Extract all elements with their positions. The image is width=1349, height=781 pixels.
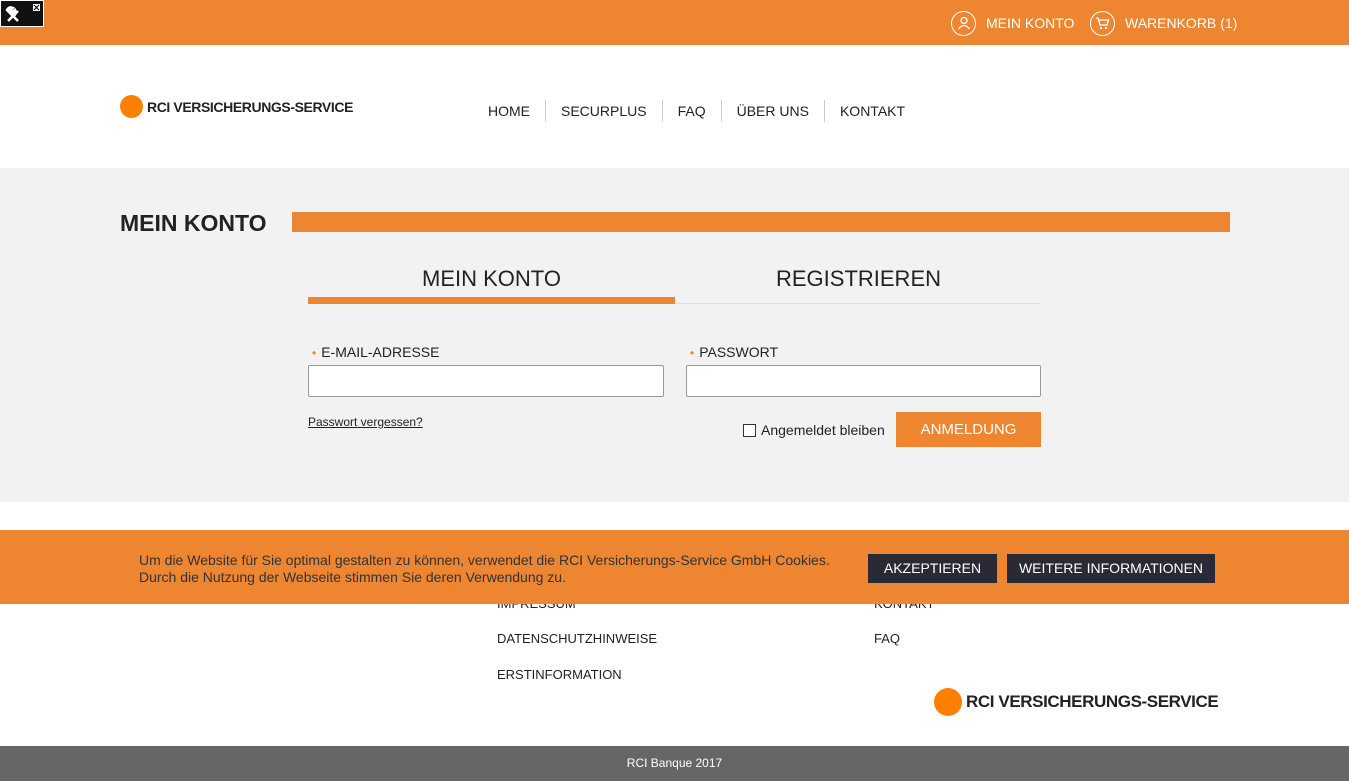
title-accent-bar <box>292 212 1230 232</box>
tab-my-account[interactable]: MEIN KONTO <box>308 264 675 304</box>
my-account-label: MEIN KONTO <box>986 15 1075 31</box>
cart-label: WARENKORB (1) <box>1125 15 1238 31</box>
nav-item-ueber-uns[interactable]: ÜBER UNS <box>722 100 825 122</box>
nav-item-home[interactable]: HOME <box>473 100 546 122</box>
logo-dot-icon <box>934 688 962 716</box>
tools-icon[interactable] <box>0 0 44 27</box>
email-field[interactable] <box>308 365 664 397</box>
remember-me-checkbox[interactable] <box>743 423 756 437</box>
more-info-button[interactable]: WEITERE INFORMATIONEN <box>1007 554 1215 583</box>
login-button[interactable]: ANMELDUNG <box>896 412 1041 447</box>
logo-text: RCI VERSICHERUNGS-SERVICE <box>147 98 354 115</box>
cart-link[interactable]: WARENKORB (1) <box>1090 10 1238 36</box>
footer-link-erstinformation[interactable]: ERSTINFORMATION <box>497 667 622 682</box>
cookie-banner: Um die Website für Sie optimal gestalten… <box>0 530 1349 604</box>
page-title: MEIN KONTO <box>120 210 267 236</box>
copyright-bar: RCI Banque 2017 <box>0 746 1349 781</box>
tab-register[interactable]: REGISTRIEREN <box>675 264 1042 303</box>
remember-me-label: Angemeldet bleiben <box>761 422 885 438</box>
password-field[interactable] <box>686 365 1041 397</box>
footer-link-faq[interactable]: FAQ <box>874 631 900 646</box>
logo-text: RCI VERSICHERUNGS-SERVICE <box>966 692 1219 711</box>
logo-dot-icon <box>120 95 143 118</box>
nav-item-kontakt[interactable]: KONTAKT <box>825 100 920 122</box>
cookie-message-line-1: Um die Website für Sie optimal gestalten… <box>139 552 830 568</box>
footer-link-datenschutz[interactable]: DATENSCHUTZHINWEISE <box>497 631 657 646</box>
account-tabs: MEIN KONTO REGISTRIEREN <box>308 264 1041 304</box>
footer-logo: RCI VERSICHERUNGS-SERVICE <box>934 688 1219 716</box>
my-account-link[interactable]: MEIN KONTO <box>951 10 1075 36</box>
nav-item-faq[interactable]: FAQ <box>663 100 722 122</box>
accept-cookies-button[interactable]: AKZEPTIEREN <box>868 554 997 583</box>
user-icon <box>951 10 976 36</box>
forgot-password-link[interactable]: Passwort vergessen? <box>308 415 423 429</box>
header-logo[interactable]: RCI VERSICHERUNGS-SERVICE <box>120 95 353 118</box>
cookie-message-line-2: Durch die Nutzung der Webseite stimmen S… <box>139 569 566 585</box>
required-mark: • <box>312 346 317 360</box>
cart-icon <box>1090 10 1115 36</box>
top-bar: MEIN KONTO WARENKORB (1) <box>0 0 1349 45</box>
copyright-text: RCI Banque 2017 <box>626 756 723 770</box>
main-nav: HOME SECURPLUS FAQ ÜBER UNS KONTAKT <box>473 100 920 122</box>
email-label: • E-MAIL-ADRESSE <box>312 344 440 360</box>
main-content: MEIN KONTO MEIN KONTO REGISTRIEREN • E-MA… <box>0 168 1349 502</box>
password-label: • PASSWORT <box>690 344 779 360</box>
cookie-message: Um die Website für Sie optimal gestalten… <box>139 552 830 586</box>
remember-me: Angemeldet bleiben <box>743 422 885 438</box>
required-mark: • <box>690 346 695 360</box>
nav-item-securplus[interactable]: SECURPLUS <box>546 100 663 122</box>
